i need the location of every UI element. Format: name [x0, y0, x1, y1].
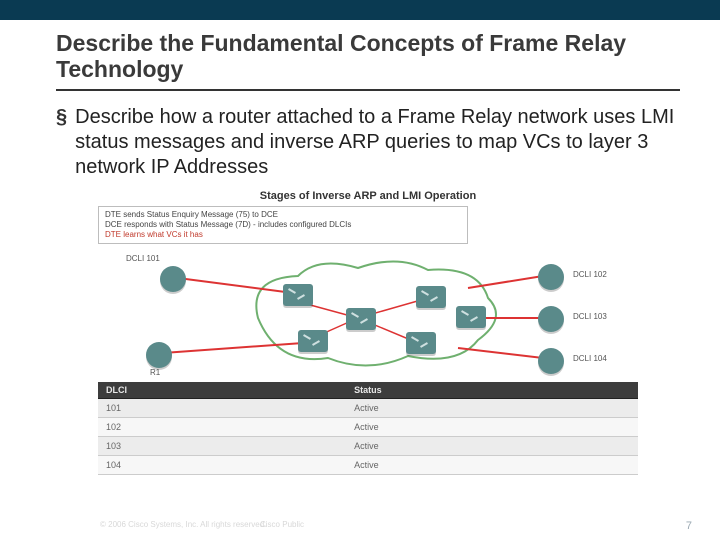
link — [458, 348, 543, 358]
bullet-text: Describe how a router attached to a Fram… — [75, 105, 680, 180]
bullet-item: § Describe how a router attached to a Fr… — [56, 105, 680, 180]
dlci-table: DLCI Status 101 Active 102 Active 103 — [98, 382, 638, 475]
table-row: 102 Active — [98, 417, 638, 436]
bullet-marker: § — [56, 105, 67, 129]
th-status: Status — [346, 382, 638, 399]
dlci-table-wrap: DLCI Status 101 Active 102 Active 103 — [98, 382, 638, 475]
slide-topbar — [0, 0, 720, 20]
network-diagram: DCLI 101 R1 DCLI 102 DCLI 103 DCLI 104 — [98, 248, 638, 378]
slide-footer: © 2006 Cisco Systems, Inc. All rights re… — [0, 520, 720, 534]
table-row: 103 Active — [98, 436, 638, 455]
label-dcli-104: DCLI 104 — [573, 354, 607, 363]
router-icon — [538, 348, 564, 374]
switch-icon — [456, 306, 486, 328]
cell-status: Active — [346, 436, 638, 455]
caption-line-1: DTE sends Status Enquiry Message (75) to… — [105, 210, 461, 220]
title-rule — [56, 89, 680, 91]
cell-status: Active — [346, 398, 638, 417]
cell-status: Active — [346, 455, 638, 474]
cell-dlci: 101 — [98, 398, 346, 417]
slide-content: Describe the Fundamental Concepts of Fra… — [0, 20, 720, 475]
label-dcli-103: DCLI 103 — [573, 312, 607, 321]
switch-icon — [416, 286, 446, 308]
cell-dlci: 103 — [98, 436, 346, 455]
figure-title: Stages of Inverse ARP and LMI Operation — [98, 190, 638, 202]
switch-icon — [283, 284, 313, 306]
switch-icon — [298, 330, 328, 352]
slide-title: Describe the Fundamental Concepts of Fra… — [56, 30, 680, 83]
figure: Stages of Inverse ARP and LMI Operation … — [98, 190, 638, 475]
switch-icon — [406, 332, 436, 354]
footer-copyright: © 2006 Cisco Systems, Inc. All rights re… — [100, 520, 266, 529]
switch-icon — [346, 308, 376, 330]
caption-line-2: DCE responds with Status Message (7D) - … — [105, 220, 461, 230]
footer-classification: Cisco Public — [260, 520, 304, 529]
link — [163, 343, 303, 353]
cell-dlci: 104 — [98, 455, 346, 474]
footer-page-number: 7 — [686, 520, 692, 532]
table-row: 104 Active — [98, 455, 638, 474]
cell-status: Active — [346, 417, 638, 436]
label-dcli-101: DCLI 101 — [126, 254, 160, 263]
label-r1: R1 — [150, 368, 160, 377]
table-header-row: DLCI Status — [98, 382, 638, 399]
cell-dlci: 102 — [98, 417, 346, 436]
figure-caption-box: DTE sends Status Enquiry Message (75) to… — [98, 206, 468, 244]
router-icon — [538, 306, 564, 332]
caption-line-3: DTE learns what VCs it has — [105, 230, 461, 240]
table-row: 101 Active — [98, 398, 638, 417]
router-icon — [538, 264, 564, 290]
label-dcli-102: DCLI 102 — [573, 270, 607, 279]
router-icon — [146, 342, 172, 368]
router-icon — [160, 266, 186, 292]
th-dlci: DLCI — [98, 382, 346, 399]
